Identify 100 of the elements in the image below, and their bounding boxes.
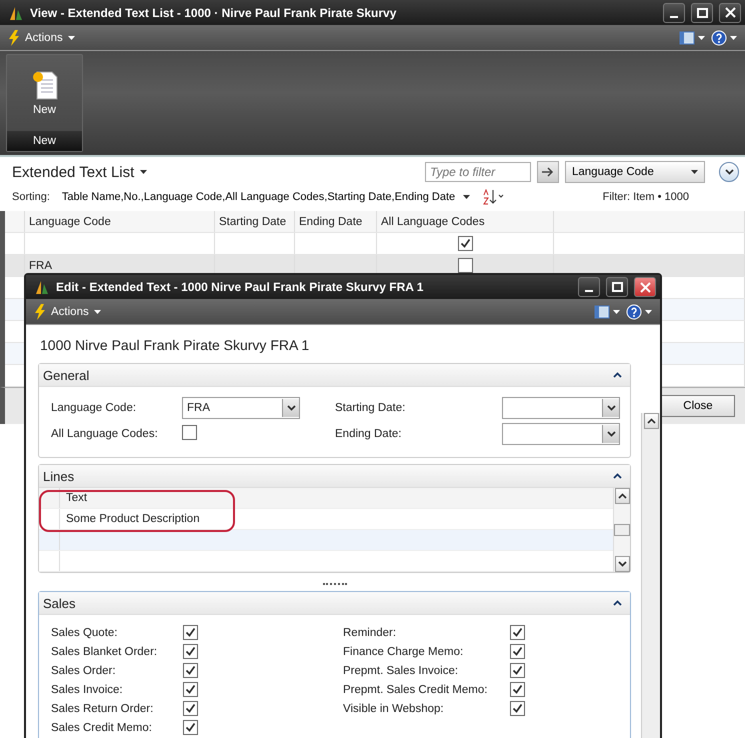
ribbon-group-label: New (7, 131, 82, 151)
chevron-down-icon (724, 169, 734, 175)
chevron-down-icon (618, 561, 626, 567)
section-title[interactable]: Lines (43, 468, 74, 484)
help-icon (626, 304, 642, 320)
chevron-up-icon (646, 418, 656, 424)
sails-logo-icon (34, 279, 50, 295)
checkbox[interactable] (458, 236, 472, 251)
splitter-handle[interactable] (322, 583, 346, 587)
checkbox[interactable] (183, 625, 198, 640)
lightning-icon (8, 30, 20, 46)
close-button[interactable] (634, 277, 656, 297)
caret-icon (463, 195, 470, 199)
actions-menu[interactable]: Actions (8, 30, 75, 46)
arrow-right-icon (542, 167, 554, 177)
check-icon (185, 703, 196, 714)
caret-icon (645, 310, 652, 314)
checkbox[interactable] (183, 644, 198, 659)
caret-icon (94, 310, 101, 314)
check-icon (512, 703, 523, 714)
close-button[interactable]: Close (661, 395, 735, 417)
checkbox[interactable] (182, 425, 197, 440)
expand-button[interactable] (719, 162, 739, 182)
checkbox[interactable] (510, 625, 525, 640)
minimize-button[interactable] (578, 277, 600, 297)
panel-layout-icon (679, 30, 695, 44)
caret-icon (730, 36, 737, 40)
check-icon (512, 627, 523, 638)
section-title[interactable]: General (43, 368, 90, 382)
collapse-icon[interactable] (613, 372, 622, 378)
filter-field[interactable]: Type to filter (425, 162, 531, 182)
filter-field-dropdown[interactable]: Language Code (565, 161, 705, 183)
help-icon (711, 30, 727, 46)
chevron-up-icon (618, 493, 626, 499)
scrollbar[interactable] (641, 413, 660, 738)
chevron-down-icon (286, 405, 296, 411)
field-label: Sales Credit Memo: (51, 722, 153, 734)
collapse-icon[interactable] (613, 473, 622, 479)
check-icon (512, 665, 523, 676)
field-label: Sales Blanket Order: (51, 646, 158, 658)
field-label: Ending Date: (335, 428, 402, 440)
help-button[interactable] (711, 30, 737, 46)
dropdown-field[interactable]: FRA (182, 397, 300, 419)
check-icon (185, 627, 196, 638)
field-label: Visible in Webshop: (343, 702, 445, 714)
close-icon (640, 282, 650, 292)
column-header[interactable]: Ending Date (295, 211, 377, 232)
collapse-icon[interactable] (613, 600, 622, 606)
field-label: Sales Return Order: (51, 702, 154, 714)
page-title[interactable]: Extended Text List (12, 164, 148, 180)
column-header[interactable]: Starting Date (215, 211, 295, 232)
checkbox[interactable] (183, 682, 198, 697)
checkbox[interactable] (510, 701, 525, 716)
scrollbar[interactable] (613, 488, 630, 572)
caret-icon (698, 36, 705, 40)
field-label: Sales Invoice: (51, 684, 124, 696)
column-header[interactable]: All Language Codes (377, 211, 554, 232)
close-button[interactable] (719, 2, 741, 22)
checkbox[interactable] (510, 663, 525, 678)
panel-layout-button[interactable] (679, 30, 705, 44)
checkbox[interactable] (183, 663, 198, 678)
field-label: Language Code: (51, 402, 138, 414)
filter-text: Filter: Item • 1000 (602, 191, 689, 203)
window-title: View - Extended Text List - 1000 · Nirve Paul Frank Pirate Skurvy (30, 6, 398, 20)
maximize-icon (696, 8, 708, 18)
new-button[interactable]: New (7, 55, 82, 131)
minimize-button[interactable] (663, 2, 685, 22)
panel-layout-button[interactable] (594, 304, 620, 318)
lightning-icon (34, 304, 46, 320)
check-icon (185, 722, 196, 733)
maximize-button[interactable] (691, 2, 713, 22)
scroll-thumb[interactable] (614, 524, 630, 536)
close-icon (724, 7, 736, 18)
dropdown-field[interactable] (502, 397, 620, 419)
checkbox[interactable] (510, 644, 525, 659)
caret-icon (613, 310, 620, 314)
field-label: Sales Quote: (51, 626, 118, 638)
empty-row[interactable] (39, 530, 613, 551)
field-label: Prepmt. Sales Credit Memo: (343, 684, 488, 696)
sort-order-icon[interactable] (482, 189, 504, 205)
maximize-icon (612, 282, 622, 292)
dropdown-field[interactable] (502, 423, 620, 445)
check-icon (185, 684, 196, 695)
actions-menu[interactable]: Actions (34, 304, 101, 320)
checkbox[interactable] (458, 258, 472, 273)
checkbox[interactable] (183, 720, 198, 735)
table-cell: FRA (29, 260, 52, 272)
help-button[interactable] (626, 304, 652, 320)
checkbox[interactable] (510, 682, 525, 697)
minimize-icon (585, 290, 593, 292)
column-header[interactable]: Language Code (25, 211, 215, 232)
checkbox[interactable] (183, 701, 198, 716)
section-title[interactable]: Sales (43, 596, 76, 610)
sorting-dropdown[interactable]: Table Name,No.,Language Code,All Language Codes,Starting Date,Ending Date (62, 191, 470, 203)
caret-icon (140, 170, 148, 174)
field-label: All Language Codes: (51, 428, 159, 440)
apply-filter-button[interactable] (537, 161, 559, 183)
chevron-down-icon (606, 405, 616, 411)
maximize-button[interactable] (606, 277, 628, 297)
check-icon (460, 238, 470, 249)
